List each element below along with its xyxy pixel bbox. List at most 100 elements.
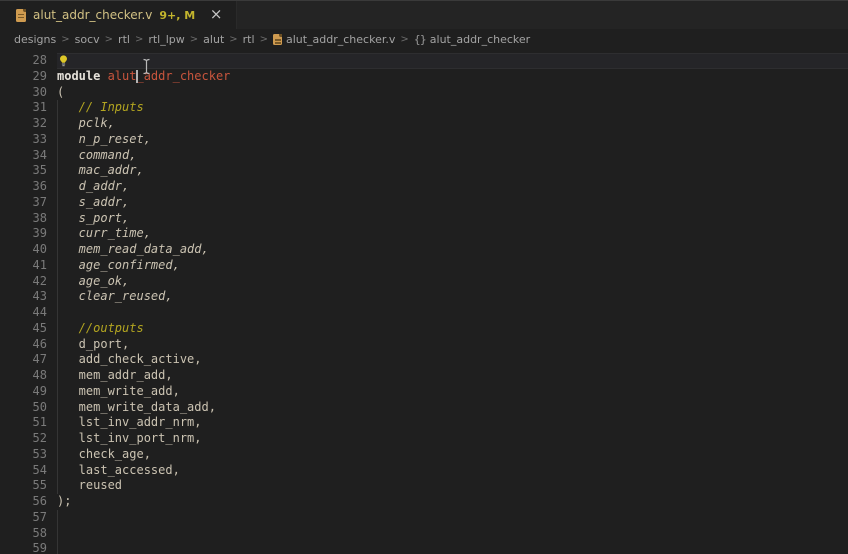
token-port-out: d_port, bbox=[57, 337, 129, 351]
line-content[interactable]: mac_addr, bbox=[57, 163, 848, 179]
line-content[interactable]: mem_read_data_add, bbox=[57, 242, 848, 258]
breadcrumb-separator: > bbox=[260, 34, 268, 45]
token-port-in: pclk, bbox=[57, 116, 115, 130]
line-content[interactable]: ( bbox=[57, 85, 848, 101]
token-port-in: mem_read_data_add, bbox=[57, 242, 209, 256]
token-port-in: age_ok, bbox=[57, 274, 129, 288]
line-number: 29 bbox=[0, 69, 57, 85]
line-number: 48 bbox=[0, 368, 57, 384]
breadcrumb-item-alut[interactable]: alut bbox=[203, 33, 224, 46]
line-content[interactable]: d_addr, bbox=[57, 179, 848, 195]
code-line-30: 30( bbox=[0, 85, 848, 101]
line-number: 38 bbox=[0, 211, 57, 227]
line-content[interactable]: clear_reused, bbox=[57, 289, 848, 305]
code-line-50: 50 mem_write_data_add, bbox=[0, 400, 848, 416]
token-port-out: reused bbox=[57, 478, 122, 492]
breadcrumb-item-rtl_lpw[interactable]: rtl_lpw bbox=[148, 33, 184, 46]
breadcrumb-symbol[interactable]: {}alut_addr_checker bbox=[414, 33, 530, 46]
line-number: 45 bbox=[0, 321, 57, 337]
line-content[interactable] bbox=[57, 305, 848, 321]
token-entity: alut_addr_checker bbox=[108, 69, 231, 83]
code-line-58: 58 bbox=[0, 526, 848, 542]
line-content[interactable] bbox=[57, 53, 848, 69]
line-number: 43 bbox=[0, 289, 57, 305]
code-line-37: 37 s_addr, bbox=[0, 195, 848, 211]
line-content[interactable]: add_check_active, bbox=[57, 352, 848, 368]
line-number: 28 bbox=[0, 53, 57, 69]
line-content[interactable]: age_ok, bbox=[57, 274, 848, 290]
code-editor[interactable]: 2829module alut_addr_checker30(31 // Inp… bbox=[0, 50, 848, 554]
code-line-31: 31 // Inputs bbox=[0, 100, 848, 116]
line-content[interactable]: age_confirmed, bbox=[57, 258, 848, 274]
line-number: 30 bbox=[0, 85, 57, 101]
token-port-out: mem_addr_add, bbox=[57, 368, 173, 382]
line-content[interactable]: lst_inv_addr_nrm, bbox=[57, 415, 848, 431]
line-content[interactable]: // Inputs bbox=[57, 100, 848, 116]
code-line-57: 57 bbox=[0, 510, 848, 526]
line-number: 52 bbox=[0, 431, 57, 447]
token-comment: //outputs bbox=[57, 321, 144, 335]
code-line-41: 41 age_confirmed, bbox=[0, 258, 848, 274]
line-number: 39 bbox=[0, 226, 57, 242]
line-number: 54 bbox=[0, 463, 57, 479]
line-content[interactable]: pclk, bbox=[57, 116, 848, 132]
line-content[interactable]: n_p_reset, bbox=[57, 132, 848, 148]
code-line-36: 36 d_addr, bbox=[0, 179, 848, 195]
code-line-32: 32 pclk, bbox=[0, 116, 848, 132]
breadcrumb-item-rtl[interactable]: rtl bbox=[118, 33, 130, 46]
token-plain: ); bbox=[57, 494, 71, 508]
breadcrumb: designs>socv>rtl>rtl_lpw>alut>rtl>alut_a… bbox=[0, 29, 848, 50]
code-line-51: 51 lst_inv_addr_nrm, bbox=[0, 415, 848, 431]
code-line-39: 39 curr_time, bbox=[0, 226, 848, 242]
code-line-28: 28 bbox=[0, 53, 848, 69]
line-content[interactable] bbox=[57, 510, 848, 526]
line-content[interactable]: d_port, bbox=[57, 337, 848, 353]
token-port-out: last_accessed, bbox=[57, 463, 180, 477]
symbol-module-icon: {} bbox=[414, 33, 426, 46]
tab-alut-addr-checker[interactable]: alut_addr_checker.v 9+, M × bbox=[0, 1, 237, 29]
lightbulb-icon[interactable] bbox=[57, 54, 70, 68]
line-number: 32 bbox=[0, 116, 57, 132]
line-content[interactable]: mem_write_data_add, bbox=[57, 400, 848, 416]
code-line-38: 38 s_port, bbox=[0, 211, 848, 227]
line-content[interactable]: s_addr, bbox=[57, 195, 848, 211]
token-port-out: mem_write_add, bbox=[57, 384, 180, 398]
breadcrumb-file[interactable]: alut_addr_checker.v bbox=[273, 33, 395, 46]
line-content[interactable]: ); bbox=[57, 494, 848, 510]
line-number: 51 bbox=[0, 415, 57, 431]
line-content[interactable]: //outputs bbox=[57, 321, 848, 337]
breadcrumb-item-designs[interactable]: designs bbox=[14, 33, 56, 46]
line-content[interactable]: command, bbox=[57, 148, 848, 164]
breadcrumb-separator: > bbox=[229, 34, 237, 45]
line-content[interactable]: lst_inv_port_nrm, bbox=[57, 431, 848, 447]
line-content[interactable]: curr_time, bbox=[57, 226, 848, 242]
close-icon[interactable]: × bbox=[208, 7, 224, 23]
line-number: 44 bbox=[0, 305, 57, 321]
token-port-in: s_addr, bbox=[57, 195, 129, 209]
line-content[interactable]: s_port, bbox=[57, 211, 848, 227]
code-line-29: 29module alut_addr_checker bbox=[0, 69, 848, 85]
token-port-out: lst_inv_port_nrm, bbox=[57, 431, 202, 445]
code-line-40: 40 mem_read_data_add, bbox=[0, 242, 848, 258]
tab-problems-modified-badge: 9+, M bbox=[159, 9, 195, 22]
line-number: 56 bbox=[0, 494, 57, 510]
line-content[interactable]: mem_addr_add, bbox=[57, 368, 848, 384]
verilog-file-icon bbox=[273, 34, 282, 45]
line-content[interactable]: check_age, bbox=[57, 447, 848, 463]
line-content[interactable] bbox=[57, 526, 848, 542]
tab-label: alut_addr_checker.v bbox=[33, 8, 152, 22]
verilog-file-icon bbox=[16, 9, 26, 22]
code-line-43: 43 clear_reused, bbox=[0, 289, 848, 305]
line-number: 33 bbox=[0, 132, 57, 148]
breadcrumb-item-socv[interactable]: socv bbox=[75, 33, 100, 46]
line-content[interactable]: last_accessed, bbox=[57, 463, 848, 479]
line-content[interactable] bbox=[57, 541, 848, 554]
token-port-in: command, bbox=[57, 148, 136, 162]
line-number: 59 bbox=[0, 541, 57, 554]
line-content[interactable]: module alut_addr_checker bbox=[57, 69, 848, 85]
code-line-49: 49 mem_write_add, bbox=[0, 384, 848, 400]
code-line-34: 34 command, bbox=[0, 148, 848, 164]
line-content[interactable]: mem_write_add, bbox=[57, 384, 848, 400]
breadcrumb-item-rtl[interactable]: rtl bbox=[243, 33, 255, 46]
line-content[interactable]: reused bbox=[57, 478, 848, 494]
